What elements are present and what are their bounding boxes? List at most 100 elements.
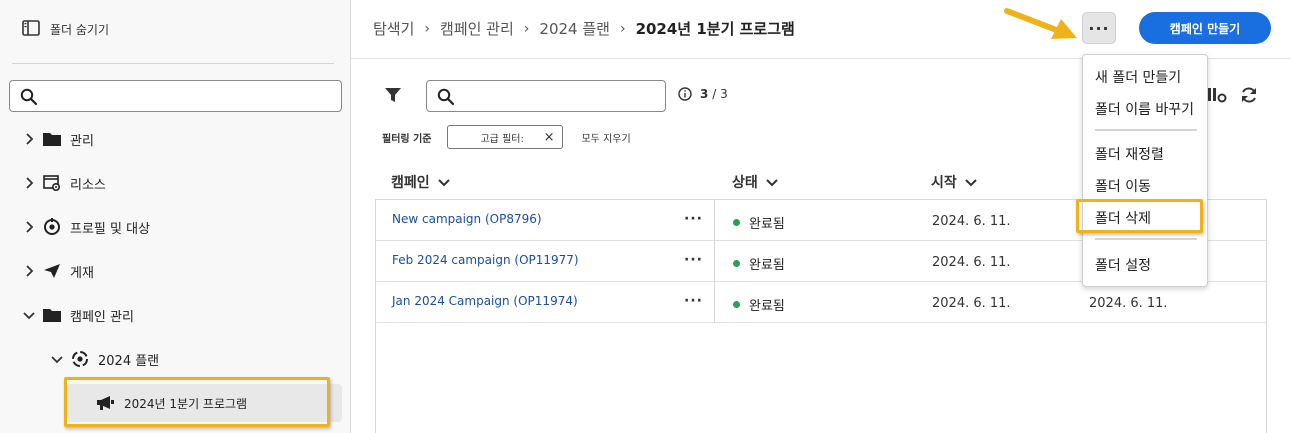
sidebar-item-label: 관리 xyxy=(70,133,94,149)
column-header-status[interactable]: 상태 xyxy=(732,172,778,192)
status-label: 완료됨 xyxy=(749,217,785,232)
count-total: 3 xyxy=(720,87,728,101)
column-header-campaign[interactable]: 캠페인 xyxy=(391,172,450,192)
status-label: 완료됨 xyxy=(749,299,785,314)
menu-divider xyxy=(1095,238,1197,240)
chevron-down-icon xyxy=(766,178,778,186)
sidebar-item-label: 캠페인 관리 xyxy=(70,309,134,325)
table-row[interactable]: Jan 2024 Campaign (OP11974) ··· 완료됨 2024… xyxy=(376,282,1266,323)
sidebar-item-label: 리소스 xyxy=(70,177,106,193)
create-campaign-button[interactable]: 캠페인 만들기 xyxy=(1139,12,1271,44)
chevron-right-icon: › xyxy=(619,20,626,37)
chevron-right-icon: › xyxy=(523,20,530,37)
highlight-box-delete xyxy=(1076,199,1203,233)
plan-icon xyxy=(70,350,90,368)
menu-item-reorder-folders[interactable]: 폴더 재정렬 xyxy=(1095,144,1164,164)
status-badge: 완료됨 xyxy=(733,295,785,314)
breadcrumb-item[interactable]: 캠페인 관리 xyxy=(440,18,514,39)
chevron-down-icon xyxy=(22,311,36,320)
refresh-icon[interactable] xyxy=(1240,86,1258,104)
chevron-down-icon xyxy=(437,178,450,186)
status-dot xyxy=(733,219,740,226)
search-icon xyxy=(437,88,455,106)
folder-icon xyxy=(42,132,62,146)
chevron-right-icon xyxy=(22,177,36,189)
sidebar-item-label: 게재 xyxy=(70,265,94,281)
info-icon xyxy=(678,87,692,101)
campaign-link[interactable]: New campaign (OP8796) xyxy=(392,212,542,226)
breadcrumb: 탐색기 › 캠페인 관리 › 2024 플랜 › 2024년 1분기 프로그램 xyxy=(373,18,795,39)
advanced-filter-chip[interactable]: 고급 필터: × xyxy=(447,125,564,149)
status-badge: 완료됨 xyxy=(733,213,785,232)
status-dot xyxy=(733,301,740,308)
column-divider xyxy=(714,241,715,282)
chevron-right-icon: › xyxy=(424,20,431,37)
end-date: 2024. 6. 11. xyxy=(1089,296,1168,311)
arrow-pointer-icon xyxy=(1004,8,1077,39)
send-icon xyxy=(42,263,62,279)
more-actions-button[interactable]: ··· xyxy=(1082,12,1116,44)
filter-icon[interactable] xyxy=(384,86,402,104)
sidebar-item-2024-plan[interactable]: 2024 플랜 xyxy=(50,348,159,370)
resources-icon xyxy=(42,175,62,191)
search-icon xyxy=(20,88,38,106)
sidebar-search-input[interactable] xyxy=(9,80,342,112)
campaign-link[interactable]: Feb 2024 campaign (OP11977) xyxy=(392,253,579,267)
folder-actions-menu: 새 폴더 만들기 폴더 이름 바꾸기 폴더 재정렬 폴더 이동 폴더 삭제 폴더… xyxy=(1082,54,1208,287)
chevron-right-icon xyxy=(22,221,36,233)
sidebar: 폴더 숨기기 관리 리소스 프로필 및 대상 게재 캠페인 관리 2024 플랜… xyxy=(0,0,351,433)
column-settings-icon[interactable] xyxy=(1207,86,1227,104)
row-more-button[interactable]: ··· xyxy=(684,211,703,227)
menu-item-move-folder[interactable]: 폴더 이동 xyxy=(1095,176,1151,196)
status-dot xyxy=(733,260,740,267)
column-divider xyxy=(714,200,715,241)
clear-all-button[interactable]: 모두 지우기 xyxy=(581,130,630,145)
column-header-start[interactable]: 시작 xyxy=(931,172,977,192)
search-input[interactable] xyxy=(426,80,666,112)
hide-folders-button[interactable]: 폴더 숨기기 xyxy=(22,20,109,39)
breadcrumb-item[interactable]: 2024 플랜 xyxy=(539,18,610,39)
chip-label: 고급 필터: xyxy=(480,133,524,145)
panel-toggle-icon xyxy=(22,20,40,39)
filter-label: 필터링 기준 xyxy=(382,133,432,145)
highlight-box-sidebar xyxy=(64,377,330,427)
folder-icon xyxy=(42,308,62,322)
sidebar-divider xyxy=(12,63,334,64)
sidebar-item-profiles[interactable]: 프로필 및 대상 xyxy=(22,216,150,238)
campaign-link[interactable]: Jan 2024 Campaign (OP11974) xyxy=(392,294,578,308)
sidebar-item-label: 프로필 및 대상 xyxy=(70,221,151,237)
sidebar-item-deliveries[interactable]: 게재 xyxy=(22,260,94,282)
close-icon[interactable]: × xyxy=(544,130,555,145)
chevron-right-icon xyxy=(22,133,36,145)
menu-item-rename-folder[interactable]: 폴더 이름 바꾸기 xyxy=(1095,99,1194,119)
menu-item-new-folder[interactable]: 새 폴더 만들기 xyxy=(1095,67,1181,87)
sidebar-item-campaign-management[interactable]: 캠페인 관리 xyxy=(22,304,134,326)
count-sep: / xyxy=(712,87,717,101)
start-date: 2024. 6. 11. xyxy=(932,214,1011,229)
sidebar-item-admin[interactable]: 관리 xyxy=(22,128,94,150)
page-title: 2024년 1분기 프로그램 xyxy=(635,20,795,38)
start-date: 2024. 6. 11. xyxy=(932,255,1011,270)
row-more-button[interactable]: ··· xyxy=(684,252,703,268)
column-label: 캠페인 xyxy=(391,175,430,191)
status-badge: 완료됨 xyxy=(733,254,785,273)
chevron-down-icon xyxy=(50,355,64,364)
chevron-down-icon xyxy=(965,178,977,186)
start-date: 2024. 6. 11. xyxy=(932,296,1011,311)
column-label: 시작 xyxy=(931,175,957,191)
hide-folders-label: 폴더 숨기기 xyxy=(50,23,110,37)
menu-item-folder-settings[interactable]: 폴더 설정 xyxy=(1095,255,1151,275)
column-label: 상태 xyxy=(732,175,758,191)
result-count: 3 / 3 xyxy=(678,87,728,101)
count-current: 3 xyxy=(700,87,709,101)
breadcrumb-item[interactable]: 탐색기 xyxy=(373,18,414,39)
filter-row: 필터링 기준 고급 필터: × 모두 지우기 xyxy=(382,125,631,149)
profiles-icon xyxy=(42,218,62,236)
column-divider xyxy=(714,282,715,323)
chevron-right-icon xyxy=(22,265,36,277)
menu-divider xyxy=(1095,129,1197,131)
status-label: 완료됨 xyxy=(749,258,785,273)
sidebar-item-resources[interactable]: 리소스 xyxy=(22,172,106,194)
row-more-button[interactable]: ··· xyxy=(684,293,703,309)
sidebar-item-label: 2024 플랜 xyxy=(98,353,160,369)
